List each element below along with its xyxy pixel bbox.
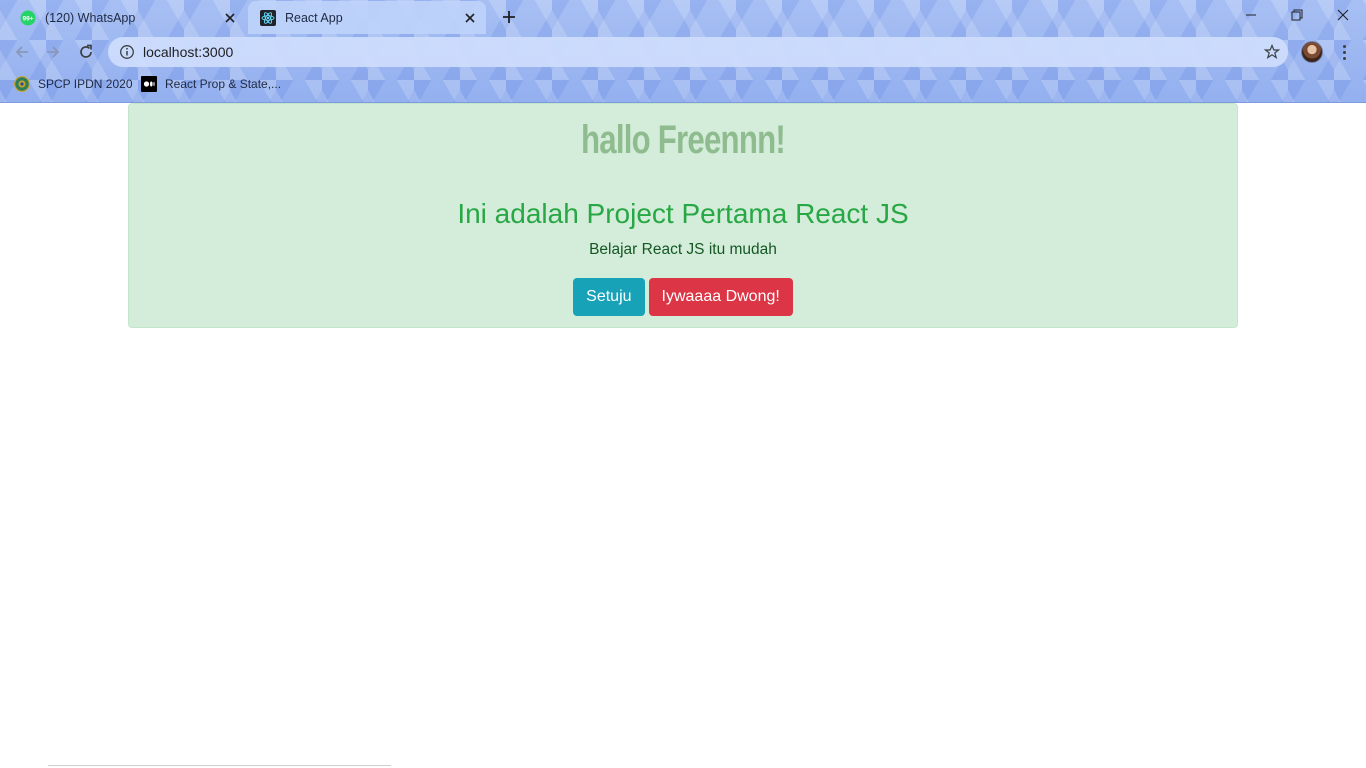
restore-icon — [1291, 9, 1303, 21]
arrow-right-icon — [47, 46, 60, 58]
close-icon[interactable] — [462, 10, 478, 26]
new-tab-button[interactable] — [500, 8, 518, 26]
minimize-icon — [1246, 14, 1256, 16]
close-icon[interactable] — [222, 10, 238, 26]
medium-icon — [141, 76, 157, 92]
whatsapp-badge: 99+ — [22, 15, 33, 22]
browser-chrome: 99+ (120) WhatsApp React App localhost:3… — [0, 0, 1366, 103]
close-window-button[interactable] — [1320, 0, 1366, 30]
restore-button[interactable] — [1274, 0, 1320, 30]
bookmark-react-prop-state[interactable]: React Prop & State,... — [141, 74, 281, 94]
url-text: localhost:3000 — [143, 44, 234, 60]
bookmarks-bar: SPCP IPDN 2020 React Prop & State,... — [0, 70, 1366, 98]
bookmark-spcp-ipdn[interactable]: SPCP IPDN 2020 — [14, 74, 133, 94]
tab-label: React App — [285, 10, 343, 25]
star-icon[interactable] — [1264, 44, 1280, 60]
page-tagline: Belajar React JS itu mudah — [589, 241, 777, 258]
browser-toolbar: localhost:3000 — [0, 34, 1366, 70]
ipdn-logo-icon — [14, 76, 30, 92]
jumbotron-alert: hallo Freennn! Ini adalah Project Pertam… — [128, 103, 1238, 328]
page-heading: hallo Freennn! — [580, 118, 786, 162]
reload-icon — [80, 44, 92, 58]
whatsapp-icon: 99+ — [20, 10, 36, 25]
profile-avatar[interactable] — [1301, 41, 1323, 63]
react-icon — [260, 9, 276, 26]
reload-button[interactable] — [76, 42, 96, 62]
tab-whatsapp[interactable]: 99+ (120) WhatsApp — [8, 1, 246, 34]
agree-button[interactable]: Setuju — [573, 278, 645, 316]
address-bar[interactable]: localhost:3000 — [108, 37, 1288, 67]
scroll-indicator-line — [48, 765, 391, 766]
more-menu-icon[interactable] — [1336, 42, 1352, 62]
tab-label: (120) WhatsApp — [45, 10, 136, 25]
tab-react-app[interactable]: React App — [248, 1, 486, 34]
bookmark-label: React Prop & State,... — [165, 77, 282, 91]
arrow-left-icon — [15, 46, 28, 58]
back-button[interactable] — [12, 42, 32, 62]
plus-icon — [503, 11, 515, 23]
info-icon[interactable] — [119, 44, 135, 60]
forward-button[interactable] — [43, 42, 63, 62]
button-row: Setuju Iywaaaa Dwong! — [129, 278, 1237, 316]
yes-button[interactable]: Iywaaaa Dwong! — [648, 278, 793, 316]
page-viewport: hallo Freennn! Ini adalah Project Pertam… — [0, 103, 1366, 768]
tab-strip: 99+ (120) WhatsApp React App — [0, 0, 1366, 34]
bookmark-label: SPCP IPDN 2020 — [38, 77, 133, 91]
minimize-button[interactable] — [1228, 0, 1274, 30]
page-subtitle: Ini adalah Project Pertama React JS — [457, 198, 909, 229]
close-icon — [1337, 9, 1349, 21]
